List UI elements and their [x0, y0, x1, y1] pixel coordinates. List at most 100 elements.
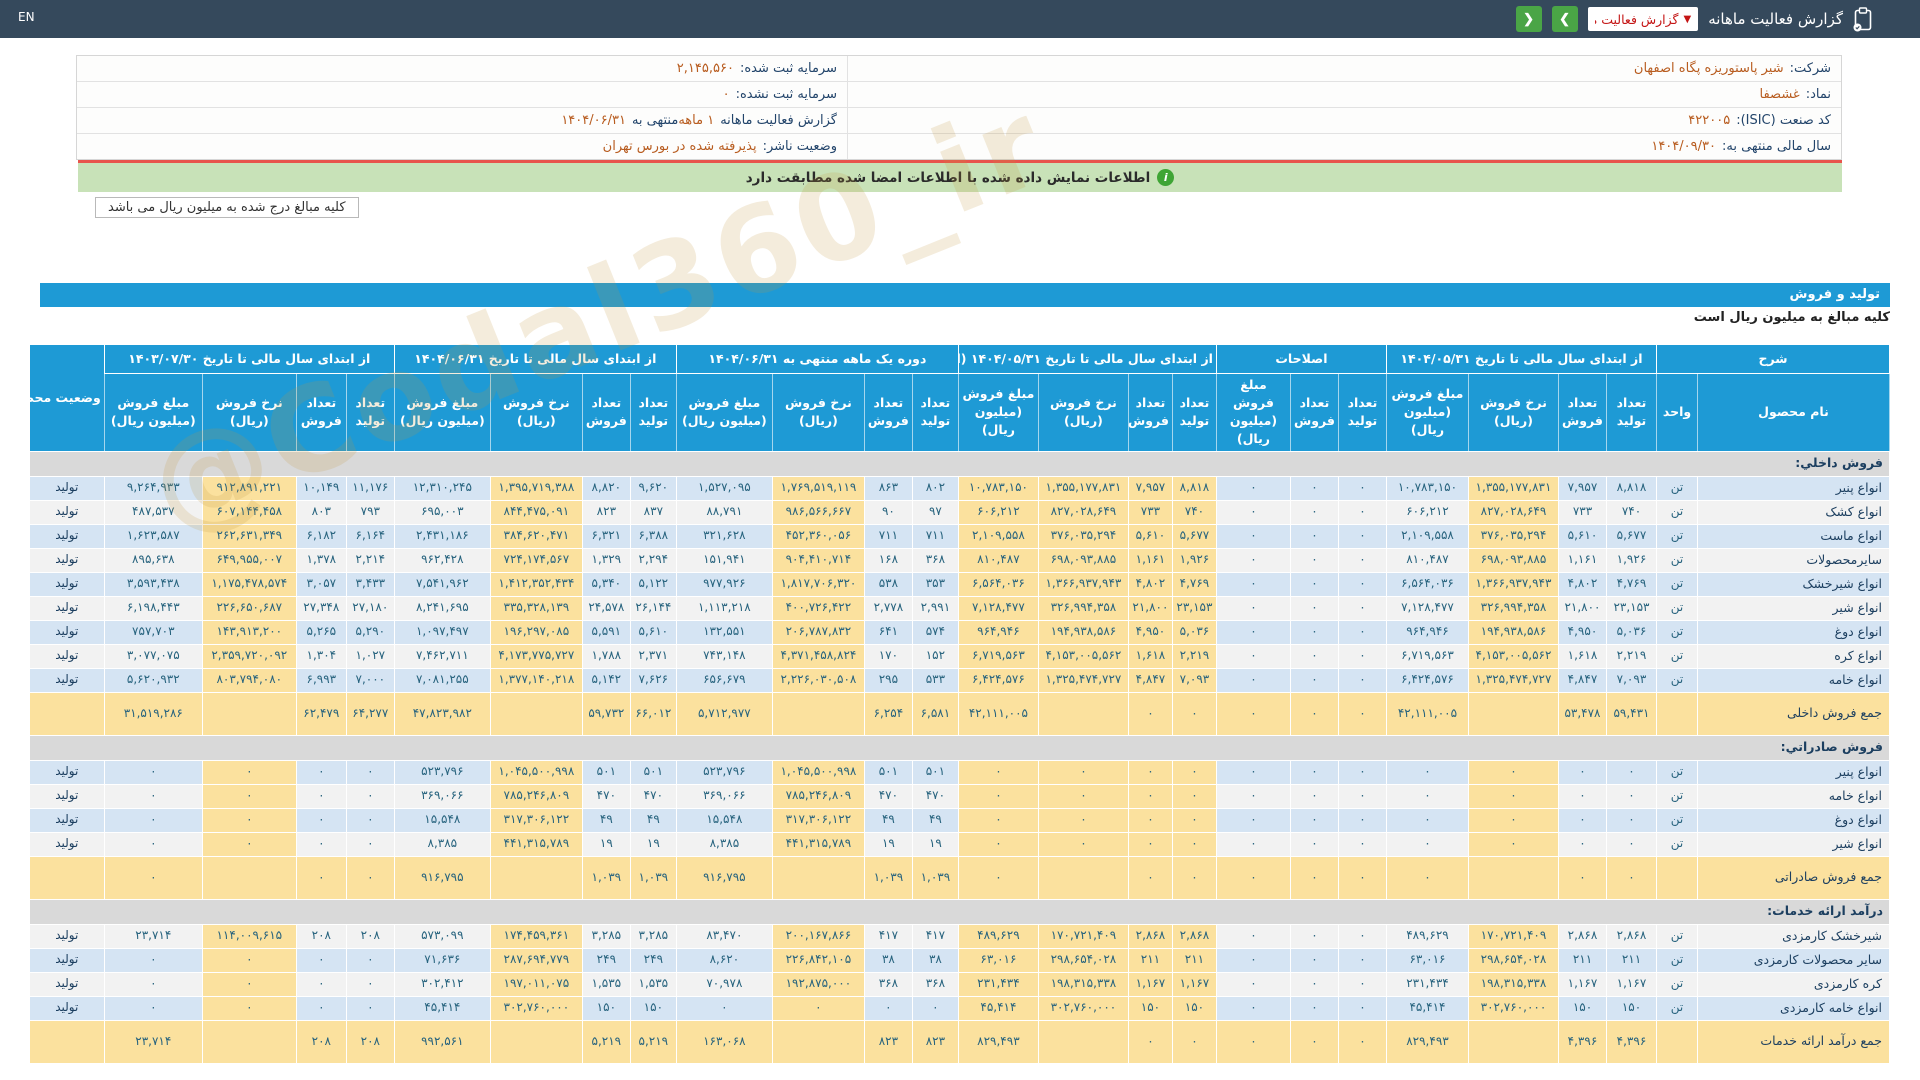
- value-cell: ۴۷,۸۲۳,۹۸۲: [394, 692, 490, 735]
- info-value: ۱۴۰۴/۰۶/۳۱: [561, 113, 626, 128]
- language-toggle[interactable]: EN: [18, 10, 35, 24]
- chevron-down-icon: ▼: [1684, 14, 1692, 25]
- value-cell: ۵۲۳,۷۹۶: [394, 760, 490, 784]
- value-cell: ۰: [1468, 784, 1558, 808]
- value-cell: ۱۹۸,۳۱۵,۳۳۸: [1468, 972, 1558, 996]
- value-cell: ۰: [1290, 620, 1338, 644]
- value-cell: ۲۳۱,۴۳۴: [958, 972, 1038, 996]
- value-cell: ۱,۱۶۷: [1558, 972, 1606, 996]
- value-cell: ۰: [1338, 500, 1386, 524]
- value-cell: ۵,۱۴۲: [582, 668, 630, 692]
- column-header: مبلغ فروش (میلیون ریال): [1386, 374, 1468, 452]
- value-cell: ۱۵۰: [630, 996, 676, 1020]
- value-cell: ۸,۳۸۵: [676, 832, 772, 856]
- value-cell: ۲۳,۷۱۴: [104, 1020, 202, 1063]
- value-cell: ۶,۳۸۸: [630, 524, 676, 548]
- report-type-dropdown-label: گزارش فعالیت ماهانه: [1595, 12, 1679, 27]
- value-cell: ۳۱,۵۱۹,۲۸۶: [104, 692, 202, 735]
- value-cell: ۱,۳۲۹: [582, 548, 630, 572]
- value-cell: ۵,۲۹۰: [346, 620, 394, 644]
- value-cell: ۲۱۱: [1128, 948, 1172, 972]
- column-header: از ابتدای سال مالی تا تاریخ ۱۴۰۴/۰۵/۳۱ (…: [958, 345, 1216, 374]
- value-cell: ۰: [1216, 856, 1290, 899]
- value-cell: ۸۸,۷۹۱: [676, 500, 772, 524]
- column-header: تعداد فروش: [296, 374, 346, 452]
- value-cell: ۰: [1038, 784, 1128, 808]
- value-cell: ۲۱۱: [1172, 948, 1216, 972]
- next-report-button[interactable]: ❯: [1552, 6, 1578, 32]
- value-cell: ۱,۳۶۶,۹۳۷,۹۴۳: [1468, 572, 1558, 596]
- value-cell: ۰: [1468, 832, 1558, 856]
- value-cell: ۰: [202, 760, 296, 784]
- value-cell: ۴۱۷: [912, 924, 958, 948]
- value-cell: ۱۰,۱۴۹: [296, 476, 346, 500]
- value-cell: ۰: [1338, 644, 1386, 668]
- value-cell: ۰: [296, 856, 346, 899]
- value-cell: ۰: [104, 972, 202, 996]
- value-cell: ۸۲۹,۴۹۳: [958, 1020, 1038, 1063]
- value-cell: ۵۷۳,۰۹۹: [394, 924, 490, 948]
- prev-report-button[interactable]: ❮: [1516, 6, 1542, 32]
- value-cell: ۰: [1216, 500, 1290, 524]
- value-cell: ۲۳,۷۱۴: [104, 924, 202, 948]
- product-name-cell: سایر محصولات کارمزدی: [1698, 948, 1890, 972]
- column-header: تعداد تولید: [912, 374, 958, 452]
- value-cell: ۷,۰۸۱,۲۵۵: [394, 668, 490, 692]
- value-cell: ۳۷۶,۰۳۵,۲۹۴: [1468, 524, 1558, 548]
- table-row: شیرخشک کارمزدیتن۲,۸۶۸۲,۸۶۸۱۷۰,۷۲۱,۴۰۹۴۸۹…: [29, 924, 1889, 948]
- value-cell: ۰: [104, 808, 202, 832]
- report-type-dropdown[interactable]: ▼ گزارش فعالیت ماهانه: [1588, 7, 1699, 31]
- value-cell: تن: [1656, 476, 1697, 500]
- value-cell: ۶۹۸,۰۹۳,۸۸۵: [1468, 548, 1558, 572]
- value-cell: ۶۳,۰۱۶: [1386, 948, 1468, 972]
- value-cell: ۷۲۴,۱۷۴,۵۶۷: [490, 548, 582, 572]
- value-cell: ۷,۴۶۲,۷۱۱: [394, 644, 490, 668]
- value-cell: ۰: [1172, 692, 1216, 735]
- value-cell: ۲۰۸: [346, 924, 394, 948]
- info-cell: گزارش فعالیت ماهانه۱ ماهه منتهی به۱۴۰۴/۰…: [77, 108, 847, 133]
- value-cell: ۸,۸۱۸: [1606, 476, 1656, 500]
- value-cell: ۵۳۸: [864, 572, 912, 596]
- value-cell: ۳۸: [864, 948, 912, 972]
- info-cell: وضعیت ناشر:پذیرفته شده در بورس تهران: [77, 134, 847, 159]
- value-cell: ۱,۶۱۸: [1128, 644, 1172, 668]
- value-cell: ۱,۰۳۹: [912, 856, 958, 899]
- value-cell: ۸۲۳: [912, 1020, 958, 1063]
- column-header: تعداد تولید: [1172, 374, 1216, 452]
- value-cell: ۴۴۱,۳۱۵,۷۸۹: [772, 832, 864, 856]
- value-cell: ۲۱,۸۰۰: [1128, 596, 1172, 620]
- status-cell: تولید: [29, 784, 104, 808]
- value-cell: ۰: [1290, 808, 1338, 832]
- value-cell: ۲۷,۱۸۰: [346, 596, 394, 620]
- value-cell: ۱,۶۱۸: [1558, 644, 1606, 668]
- value-cell: ۱۵۰: [1172, 996, 1216, 1020]
- status-cell: تولید: [29, 832, 104, 856]
- table-row: انواع پنیرتن۸,۸۱۸۷,۹۵۷۱,۳۵۵,۱۷۷,۸۳۱۱۰,۷۸…: [29, 476, 1889, 500]
- value-cell: ۸۲۳: [864, 1020, 912, 1063]
- value-cell: ۴۴۱,۳۱۵,۷۸۹: [490, 832, 582, 856]
- value-cell: ۸۲۷,۰۲۸,۶۴۹: [1468, 500, 1558, 524]
- value-cell: ۱,۳۵۵,۱۷۷,۸۳۱: [1038, 476, 1128, 500]
- value-cell: تن: [1656, 948, 1697, 972]
- value-cell: ۷۸۵,۲۴۶,۸۰۹: [772, 784, 864, 808]
- value-cell: ۳۳۵,۳۲۸,۱۳۹: [490, 596, 582, 620]
- value-cell: تن: [1656, 644, 1697, 668]
- value-cell: ۴۹: [912, 808, 958, 832]
- value-cell: [202, 692, 296, 735]
- value-cell: ۰: [202, 948, 296, 972]
- value-cell: ۷۵۷,۷۰۳: [104, 620, 202, 644]
- value-cell: ۶,۷۱۹,۵۶۳: [958, 644, 1038, 668]
- column-header: دوره یک ماهه منتهی به ۱۴۰۴/۰۶/۳۱: [676, 345, 958, 374]
- value-cell: ۰: [202, 972, 296, 996]
- value-cell: ۴۹: [630, 808, 676, 832]
- value-cell: ۲,۸۶۸: [1172, 924, 1216, 948]
- info-value: ۲,۱۴۵,۵۶۰: [677, 61, 734, 76]
- table-row: انواع پنیرتن۰۰۰۰۰۰۰۰۰۰۰۵۰۱۵۰۱۱,۰۴۵,۵۰۰,۹…: [29, 760, 1889, 784]
- value-cell: [772, 856, 864, 899]
- value-cell: ۰: [296, 996, 346, 1020]
- value-cell: ۳۶۹,۰۶۶: [676, 784, 772, 808]
- value-cell: ۳,۴۳۳: [346, 572, 394, 596]
- product-name-cell: سایرمحصولات: [1698, 548, 1890, 572]
- status-cell: تولید: [29, 500, 104, 524]
- value-cell: ۰: [1468, 808, 1558, 832]
